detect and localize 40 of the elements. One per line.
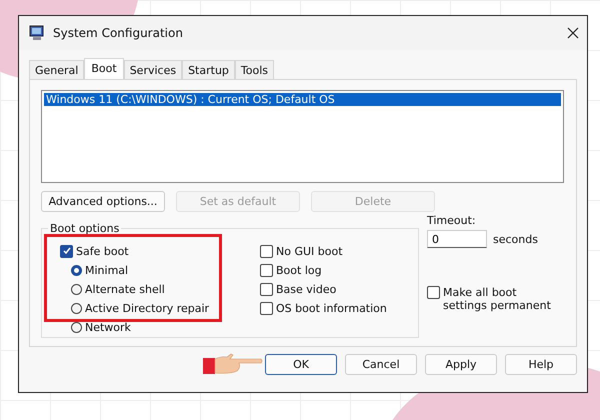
- radio-button[interactable]: [71, 284, 82, 294]
- unit-label: seconds: [493, 232, 538, 246]
- dialog-button[interactable]: Cancel: [345, 354, 417, 374]
- checkbox[interactable]: [260, 282, 273, 296]
- close-icon[interactable]: [567, 27, 579, 39]
- radio-label: Minimal: [85, 264, 128, 276]
- window-title: System Configuration: [53, 26, 184, 40]
- computer-icon: [29, 25, 45, 41]
- radio-button[interactable]: [71, 302, 82, 314]
- radio-label: Alternate shell: [85, 282, 165, 296]
- checkbox-label: No GUI boot: [276, 244, 343, 258]
- entry-button[interactable]: Advanced options...: [41, 191, 165, 212]
- checkbox-label: OS boot information: [276, 302, 387, 314]
- tab[interactable]: Tools: [234, 60, 274, 79]
- dialog-button[interactable]: OK: [265, 354, 337, 374]
- timeout-field[interactable]: 0: [427, 230, 487, 248]
- group-title: Boot options: [49, 222, 120, 235]
- checkbox[interactable]: [260, 264, 273, 276]
- dialog-button[interactable]: Apply: [425, 354, 497, 374]
- radio-button[interactable]: [71, 264, 82, 276]
- checkbox[interactable]: [427, 286, 440, 299]
- checkbox-label: Base video: [276, 282, 336, 296]
- tab[interactable]: General: [29, 60, 84, 79]
- tab[interactable]: Services: [124, 60, 182, 79]
- checkmark-icon: [62, 246, 72, 256]
- checkbox-label: Make all boot settings permanent: [443, 286, 552, 312]
- tab[interactable]: Startup: [182, 60, 235, 79]
- pointing-hand-icon: [203, 353, 263, 375]
- radio-label: Network: [85, 320, 131, 334]
- checkbox-label: Boot log: [276, 264, 322, 276]
- radio-label: Active Directory repair: [85, 302, 210, 314]
- tab[interactable]: Boot: [84, 58, 124, 79]
- timeout-label: Timeout:: [427, 214, 477, 227]
- dialog-button[interactable]: Help: [505, 354, 577, 374]
- checkbox[interactable]: [260, 302, 273, 314]
- checkbox[interactable]: [60, 244, 73, 258]
- boot-entry[interactable]: Windows 11 (C:\WINDOWS) : Current OS; Default OS: [44, 93, 561, 106]
- checkbox[interactable]: [260, 244, 273, 258]
- radio-button[interactable]: [71, 322, 82, 332]
- checkbox-label: Safe boot: [76, 244, 129, 258]
